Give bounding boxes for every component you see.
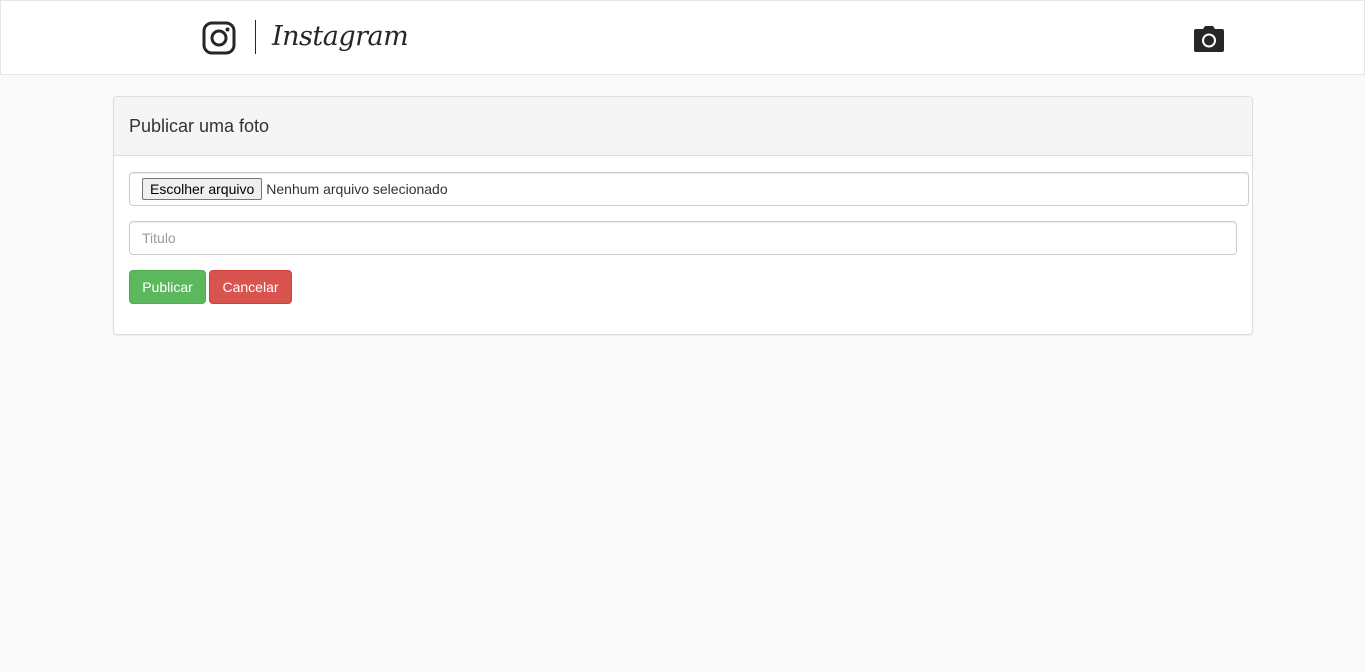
panel-title: Publicar uma foto (114, 97, 1252, 156)
cancel-button[interactable]: Cancelar (209, 270, 292, 304)
file-input[interactable]: Escolher arquivo Nenhum arquivo selecion… (129, 172, 1249, 206)
title-input[interactable] (129, 221, 1237, 255)
logo-divider (255, 20, 256, 54)
camera-icon[interactable] (1193, 25, 1225, 53)
file-status-text: Nenhum arquivo selecionado (266, 181, 448, 197)
top-navbar: Instagram (0, 0, 1365, 75)
choose-file-button[interactable]: Escolher arquivo (142, 178, 263, 200)
brand-wordmark[interactable]: Instagram (272, 17, 409, 57)
instagram-glyph-icon[interactable] (202, 21, 236, 55)
publish-photo-panel: Publicar uma foto Escolher arquivo Nenhu… (113, 96, 1253, 335)
publish-button[interactable]: Publicar (129, 270, 206, 304)
